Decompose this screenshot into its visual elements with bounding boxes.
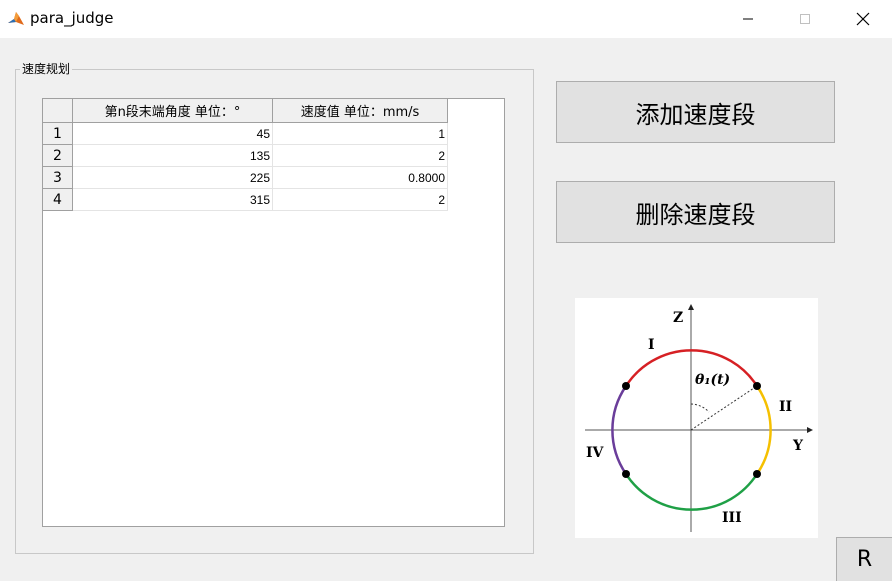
delete-speed-segment-button[interactable]: 删除速度段: [556, 181, 835, 243]
quadrant-IV-label: IV: [586, 445, 605, 461]
minimize-icon: [743, 18, 753, 20]
boundary-point: [753, 382, 761, 390]
row-header[interactable]: 2: [43, 145, 73, 167]
table-row: 4 315 2: [43, 189, 448, 211]
matlab-icon: [8, 12, 24, 25]
table-row: 2 135 2: [43, 145, 448, 167]
angle-cell[interactable]: 45: [73, 123, 273, 145]
table-body: 1 45 1 2 135 2 3 225 0.8000 4 315 2: [43, 123, 448, 211]
speed-table[interactable]: 第n段末端角度 单位：° 速度值 单位：mm/s 1 45 1 2 135 2 …: [42, 98, 505, 527]
quadrant-I-label: I: [648, 337, 655, 353]
boundary-point: [753, 470, 761, 478]
minimize-button[interactable]: [725, 0, 771, 38]
speed-cell[interactable]: 1: [273, 123, 448, 145]
quadrant-II-label: II: [779, 399, 792, 415]
quadrant-diagram-svg: Z Y θ₁(t) I II III IV: [585, 304, 813, 532]
speed-cell[interactable]: 0.8000: [273, 167, 448, 189]
angle-cell[interactable]: 135: [73, 145, 273, 167]
angle-cell[interactable]: 315: [73, 189, 273, 211]
z-axis-arrow: [688, 304, 694, 310]
quadrant-diagram: Z Y θ₁(t) I II III IV: [575, 298, 818, 538]
window-title: para_judge: [30, 9, 114, 27]
row-header[interactable]: 1: [43, 123, 73, 145]
table-row: 3 225 0.8000: [43, 167, 448, 189]
table-corner: [43, 99, 73, 123]
column-header-angle[interactable]: 第n段末端角度 单位：°: [73, 99, 273, 123]
add-speed-segment-button[interactable]: 添加速度段: [556, 81, 835, 143]
r-button[interactable]: R: [836, 537, 892, 581]
speed-cell[interactable]: 2: [273, 145, 448, 167]
panel-title: 速度规划: [20, 62, 73, 76]
table-row: 1 45 1: [43, 123, 448, 145]
row-header[interactable]: 4: [43, 189, 73, 211]
y-axis-arrow: [807, 427, 813, 433]
title-bar: para_judge: [0, 0, 892, 38]
maximize-icon: [800, 14, 810, 24]
maximize-button[interactable]: [782, 0, 828, 38]
speed-cell[interactable]: 2: [273, 189, 448, 211]
row-header[interactable]: 3: [43, 167, 73, 189]
theta-angle-arc: [690, 403, 710, 413]
close-button[interactable]: [840, 0, 886, 38]
table-header: 第n段末端角度 单位：° 速度值 单位：mm/s: [43, 99, 448, 123]
theta-label: θ₁(t): [695, 372, 730, 388]
angle-cell[interactable]: 225: [73, 167, 273, 189]
boundary-point: [622, 382, 630, 390]
column-header-speed[interactable]: 速度值 单位：mm/s: [273, 99, 448, 123]
boundary-point: [622, 470, 630, 478]
z-axis-label: Z: [673, 310, 683, 326]
y-axis-label: Y: [792, 438, 804, 454]
theta-radius-line: [690, 385, 758, 431]
quadrant-III-label: III: [722, 510, 742, 526]
close-icon: [856, 12, 870, 26]
